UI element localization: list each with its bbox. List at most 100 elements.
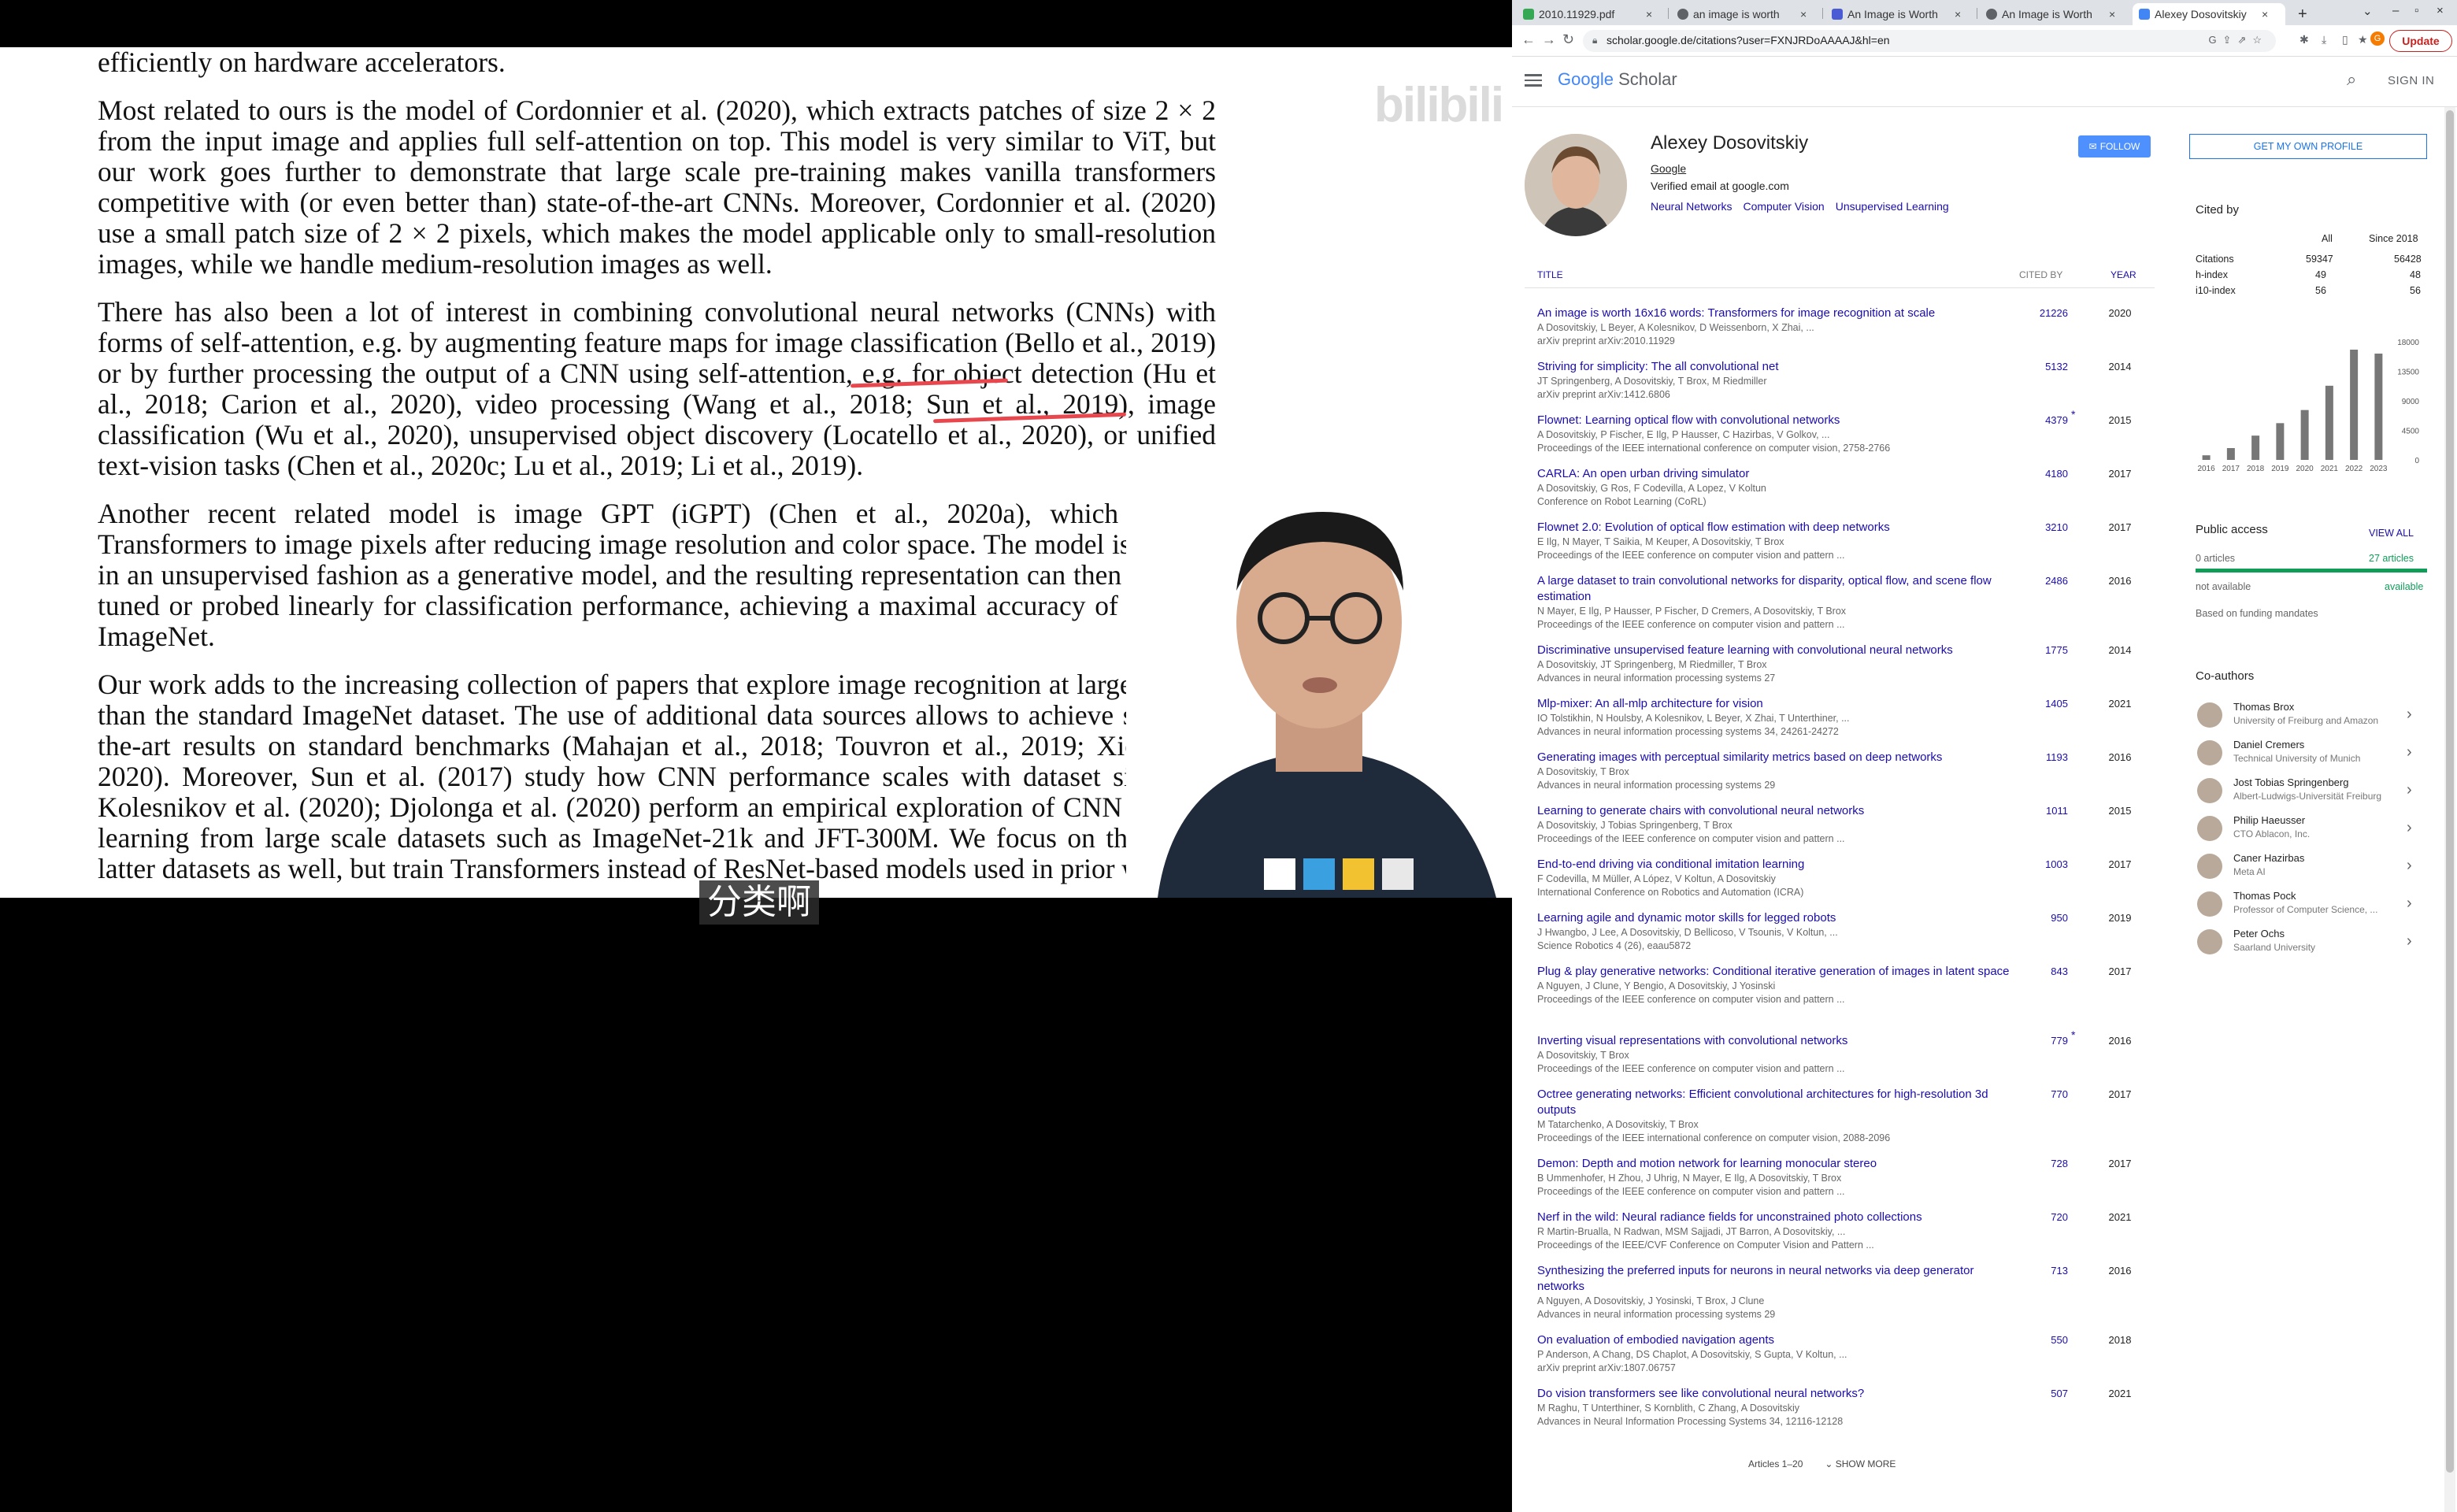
- article-cited-by-link[interactable]: 1003: [2019, 858, 2068, 870]
- article-title-link[interactable]: Do vision transformers see like convolut…: [1537, 1386, 2010, 1402]
- article-cited-by-link[interactable]: 507: [2019, 1388, 2068, 1399]
- coauthor-item[interactable]: Philip Haeusser CTO Ablacon, Inc. ›: [2189, 810, 2427, 847]
- article-cited-by-link[interactable]: 950: [2019, 912, 2068, 924]
- article-title-link[interactable]: CARLA: An open urban driving simulator: [1537, 466, 2010, 482]
- close-icon[interactable]: ×: [1955, 8, 1961, 20]
- article-cited-by-link[interactable]: 21226: [2019, 307, 2068, 319]
- article-title-link[interactable]: Demon: Depth and motion network for lear…: [1537, 1156, 2010, 1172]
- article-title-link[interactable]: Learning agile and dynamic motor skills …: [1537, 910, 2010, 926]
- chart-bar[interactable]: [2276, 423, 2285, 460]
- page-scrollbar[interactable]: [2444, 107, 2455, 1512]
- scrollbar-thumb[interactable]: [2446, 110, 2454, 1473]
- sort-by-citations[interactable]: CITED BY: [2019, 269, 2062, 280]
- maximize-icon[interactable]: ▫: [2414, 4, 2418, 17]
- article-title-link[interactable]: Inverting visual representations with co…: [1537, 1033, 2010, 1049]
- bookmark-icon[interactable]: ★: [2358, 33, 2368, 46]
- browser-tab[interactable]: an image is worth ×: [1671, 3, 1821, 25]
- article-cited-by-link[interactable]: 550: [2019, 1334, 2068, 1346]
- profile-avatar[interactable]: G: [2370, 32, 2385, 46]
- profile-affiliation[interactable]: Google: [1651, 162, 1686, 175]
- new-tab-button[interactable]: +: [2292, 3, 2314, 25]
- url-text[interactable]: scholar.google.de/citations?user=FXNJRDo…: [1606, 34, 1890, 46]
- coauthor-item[interactable]: Thomas Pock Professor of Computer Science…: [2189, 885, 2427, 923]
- interest-link[interactable]: Unsupervised Learning: [1836, 200, 1949, 213]
- article-cited-by-link[interactable]: 1405: [2019, 698, 2068, 710]
- article-title-link[interactable]: Flownet: Learning optical flow with conv…: [1537, 413, 2010, 428]
- close-icon[interactable]: ×: [2262, 8, 2268, 20]
- get-own-profile-button[interactable]: GET MY OWN PROFILE: [2189, 134, 2427, 159]
- article-cited-by-link[interactable]: 770: [2019, 1088, 2068, 1100]
- article-title-link[interactable]: Nerf in the wild: Neural radiance fields…: [1537, 1210, 2010, 1225]
- chart-bar[interactable]: [2374, 354, 2383, 460]
- chart-bar[interactable]: [2325, 385, 2333, 460]
- follow-button[interactable]: ✉ FOLLOW: [2078, 135, 2151, 158]
- article-title-link[interactable]: Synthesizing the preferred inputs for ne…: [1537, 1263, 2010, 1295]
- browser-tab[interactable]: An Image is Worth ×: [1825, 3, 1975, 25]
- reload-icon[interactable]: ↻: [1562, 32, 1574, 48]
- update-button[interactable]: Update: [2389, 30, 2452, 52]
- search-icon[interactable]: ⌕: [2347, 69, 2356, 90]
- downloads-icon[interactable]: ⤓: [2322, 33, 2326, 46]
- coauthor-item[interactable]: Caner Hazirbas Meta AI ›: [2189, 847, 2427, 885]
- coauthor-item[interactable]: Thomas Brox University of Freiburg and Am…: [2189, 696, 2427, 734]
- coauthor-item[interactable]: Daniel Cremers Technical University of Mu…: [2189, 734, 2427, 772]
- omnibox-actions[interactable]: G⇪⇗☆: [2208, 34, 2268, 46]
- view-all-link[interactable]: VIEW ALL: [2369, 528, 2414, 539]
- article-cited-by-link[interactable]: 720: [2019, 1211, 2068, 1223]
- article-cited-by-link[interactable]: 713: [2019, 1265, 2068, 1277]
- extensions-icon[interactable]: ✱: [2300, 33, 2309, 46]
- article-cited-by-link[interactable]: 4379: [2019, 414, 2068, 426]
- lock-icon[interactable]: 🔒︎: [1592, 35, 1597, 46]
- article-title-link[interactable]: Discriminative unsupervised feature lear…: [1537, 643, 2010, 658]
- interest-link[interactable]: Neural Networks: [1651, 200, 1732, 213]
- article-cited-by-link[interactable]: 3210: [2019, 521, 2068, 533]
- close-icon[interactable]: ×: [2109, 8, 2115, 20]
- article-title-link[interactable]: An image is worth 16x16 words: Transform…: [1537, 306, 2010, 321]
- interest-link[interactable]: Computer Vision: [1743, 200, 1824, 213]
- article-title-link[interactable]: Plug & play generative networks: Conditi…: [1537, 964, 2010, 980]
- back-icon[interactable]: ←: [1521, 32, 1536, 48]
- article-title-link[interactable]: Octree generating networks: Efficient co…: [1537, 1087, 2010, 1118]
- article-title-link[interactable]: End-to-end driving via conditional imita…: [1537, 857, 2010, 873]
- article-title-link[interactable]: Mlp-mixer: An all-mlp architecture for v…: [1537, 696, 2010, 712]
- sidepanel-icon[interactable]: ▯: [2342, 33, 2348, 46]
- chart-bar[interactable]: [2251, 435, 2260, 460]
- window-close-icon[interactable]: ×: [2437, 4, 2444, 17]
- article-cited-by-link[interactable]: 5132: [2019, 361, 2068, 372]
- article-title-link[interactable]: A large dataset to train convolutional n…: [1537, 573, 2010, 605]
- merged-citations-star[interactable]: *: [2071, 408, 2075, 421]
- video-player[interactable]: efficiently on hardware accelerators. Mo…: [0, 0, 1512, 1512]
- article-cited-by-link[interactable]: 1011: [2019, 805, 2068, 817]
- close-icon[interactable]: ×: [1646, 8, 1652, 20]
- browser-tab[interactable]: An Image is Worth ×: [1980, 3, 2129, 25]
- sort-by-title[interactable]: TITLE: [1537, 269, 1563, 280]
- chart-bar[interactable]: [2226, 448, 2235, 460]
- close-icon[interactable]: ×: [1800, 8, 1807, 20]
- browser-tab-active[interactable]: Alexey Dosovitskiy ×: [2133, 3, 2285, 25]
- article-cited-by-link[interactable]: 843: [2019, 965, 2068, 977]
- browser-tab[interactable]: 2010.11929.pdf ×: [1517, 3, 1666, 25]
- article-cited-by-link[interactable]: 2486: [2019, 575, 2068, 587]
- chart-bar[interactable]: [2350, 350, 2359, 460]
- forward-icon[interactable]: →: [1542, 32, 1556, 48]
- coauthor-item[interactable]: Peter Ochs Saarland University ›: [2189, 923, 2427, 961]
- article-cited-by-link[interactable]: 4180: [2019, 468, 2068, 480]
- article-cited-by-link[interactable]: 1193: [2019, 751, 2068, 763]
- minimize-icon[interactable]: –: [2392, 4, 2399, 17]
- chart-bar[interactable]: [2202, 455, 2211, 460]
- merged-citations-star[interactable]: *: [2071, 1028, 2075, 1041]
- chart-bar[interactable]: [2300, 410, 2309, 460]
- menu-icon[interactable]: [1525, 74, 1542, 87]
- article-title-link[interactable]: Learning to generate chairs with convolu…: [1537, 803, 2010, 819]
- article-cited-by-link[interactable]: 728: [2019, 1158, 2068, 1169]
- show-more-button[interactable]: ⌄ SHOW MORE: [1825, 1458, 1896, 1469]
- sign-in-link[interactable]: SIGN IN: [2388, 74, 2434, 87]
- article-cited-by-link[interactable]: 1775: [2019, 644, 2068, 656]
- tab-search-icon[interactable]: ⌄: [2362, 4, 2373, 18]
- address-bar[interactable]: 🔒︎ scholar.google.de/citations?user=FXNJ…: [1583, 30, 2276, 52]
- sort-by-year[interactable]: YEAR: [2110, 269, 2136, 280]
- coauthor-item[interactable]: Jost Tobias Springenberg Albert-Ludwigs-U…: [2189, 772, 2427, 810]
- scholar-logo[interactable]: Google Scholar: [1558, 69, 1677, 90]
- article-title-link[interactable]: Striving for simplicity: The all convolu…: [1537, 359, 2010, 375]
- article-cited-by-link[interactable]: 779: [2019, 1035, 2068, 1047]
